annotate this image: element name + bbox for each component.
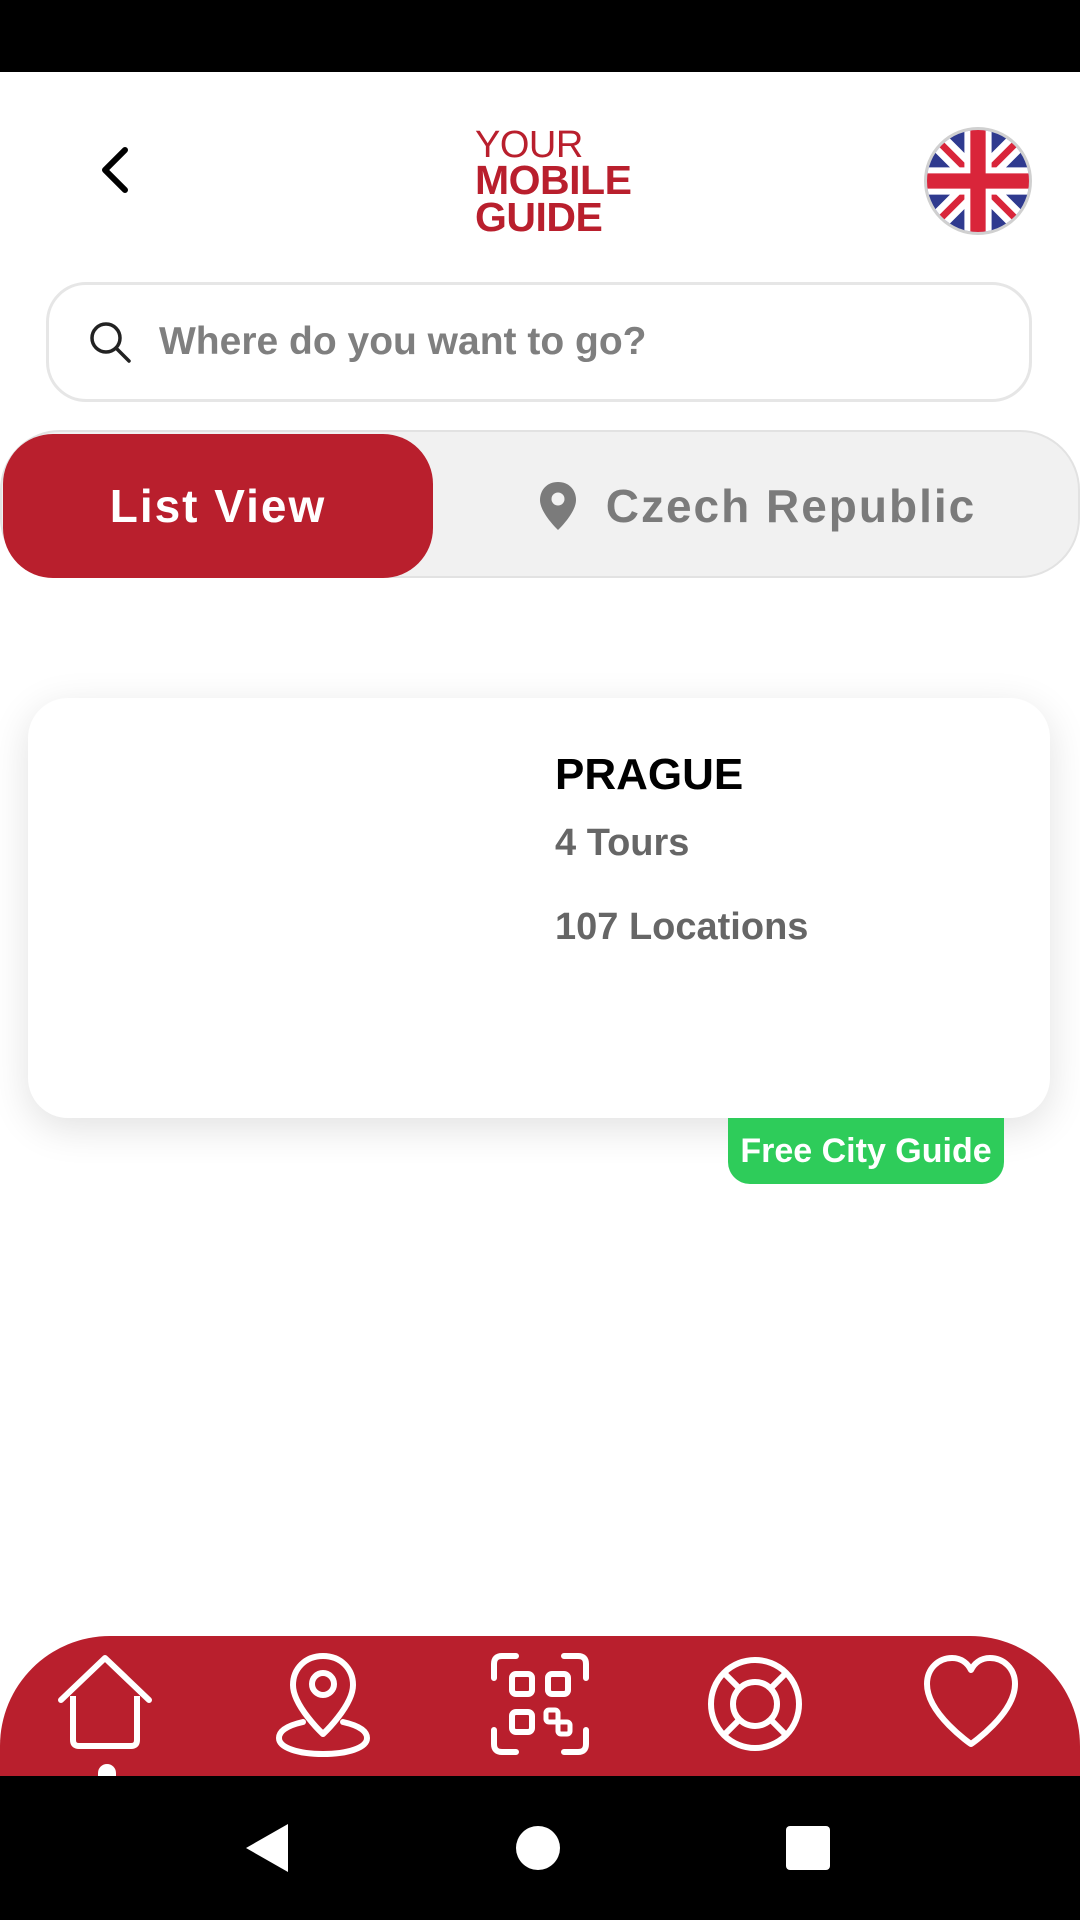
search-box[interactable] [46, 282, 1032, 402]
system-back-icon[interactable] [238, 1818, 298, 1878]
nav-help[interactable] [700, 1644, 810, 1764]
location-pin-icon [539, 482, 576, 530]
city-name: PRAGUE [555, 750, 744, 799]
nav-home[interactable] [50, 1644, 160, 1764]
status-bar [0, 0, 1080, 72]
view-toggle: List View Czech Republic [0, 430, 1080, 578]
city-image [28, 698, 508, 1118]
tab-list-view[interactable]: List View [3, 434, 433, 578]
free-city-guide-badge: Free City Guide [728, 1118, 1004, 1184]
heart-icon [924, 1655, 1018, 1747]
logo-line-3: GUIDE [475, 194, 603, 241]
tab-country-label: Czech Republic [605, 480, 977, 532]
nav-active-indicator [98, 1764, 116, 1776]
city-card[interactable]: PRAGUE 4 Tours 107 Locations [28, 698, 1050, 1118]
nav-favorites[interactable] [916, 1644, 1026, 1764]
city-tours-count: 4 Tours [555, 822, 690, 864]
system-nav-bar [0, 1776, 1080, 1920]
tab-list-view-label: List View [109, 480, 327, 532]
nav-qr-scan[interactable] [485, 1644, 595, 1764]
qr-code-icon [491, 1653, 589, 1755]
system-home-icon[interactable] [508, 1818, 568, 1878]
app-logo: YOUR MOBILE GUIDE [475, 126, 645, 241]
tab-country-map[interactable]: Czech Republic [434, 434, 1080, 578]
language-button[interactable] [924, 127, 1032, 235]
search-input[interactable] [159, 305, 999, 379]
map-pin-icon [275, 1653, 371, 1758]
search-icon [90, 322, 131, 363]
nav-map[interactable] [268, 1644, 378, 1764]
system-recents-icon[interactable] [778, 1818, 838, 1878]
back-button[interactable] [80, 135, 150, 205]
lifebuoy-icon [708, 1657, 802, 1751]
chevron-left-icon [102, 147, 128, 193]
uk-flag-icon [927, 130, 1029, 232]
bottom-nav [0, 1636, 1080, 1776]
home-icon [58, 1655, 152, 1749]
city-locations-count: 107 Locations [555, 906, 809, 948]
